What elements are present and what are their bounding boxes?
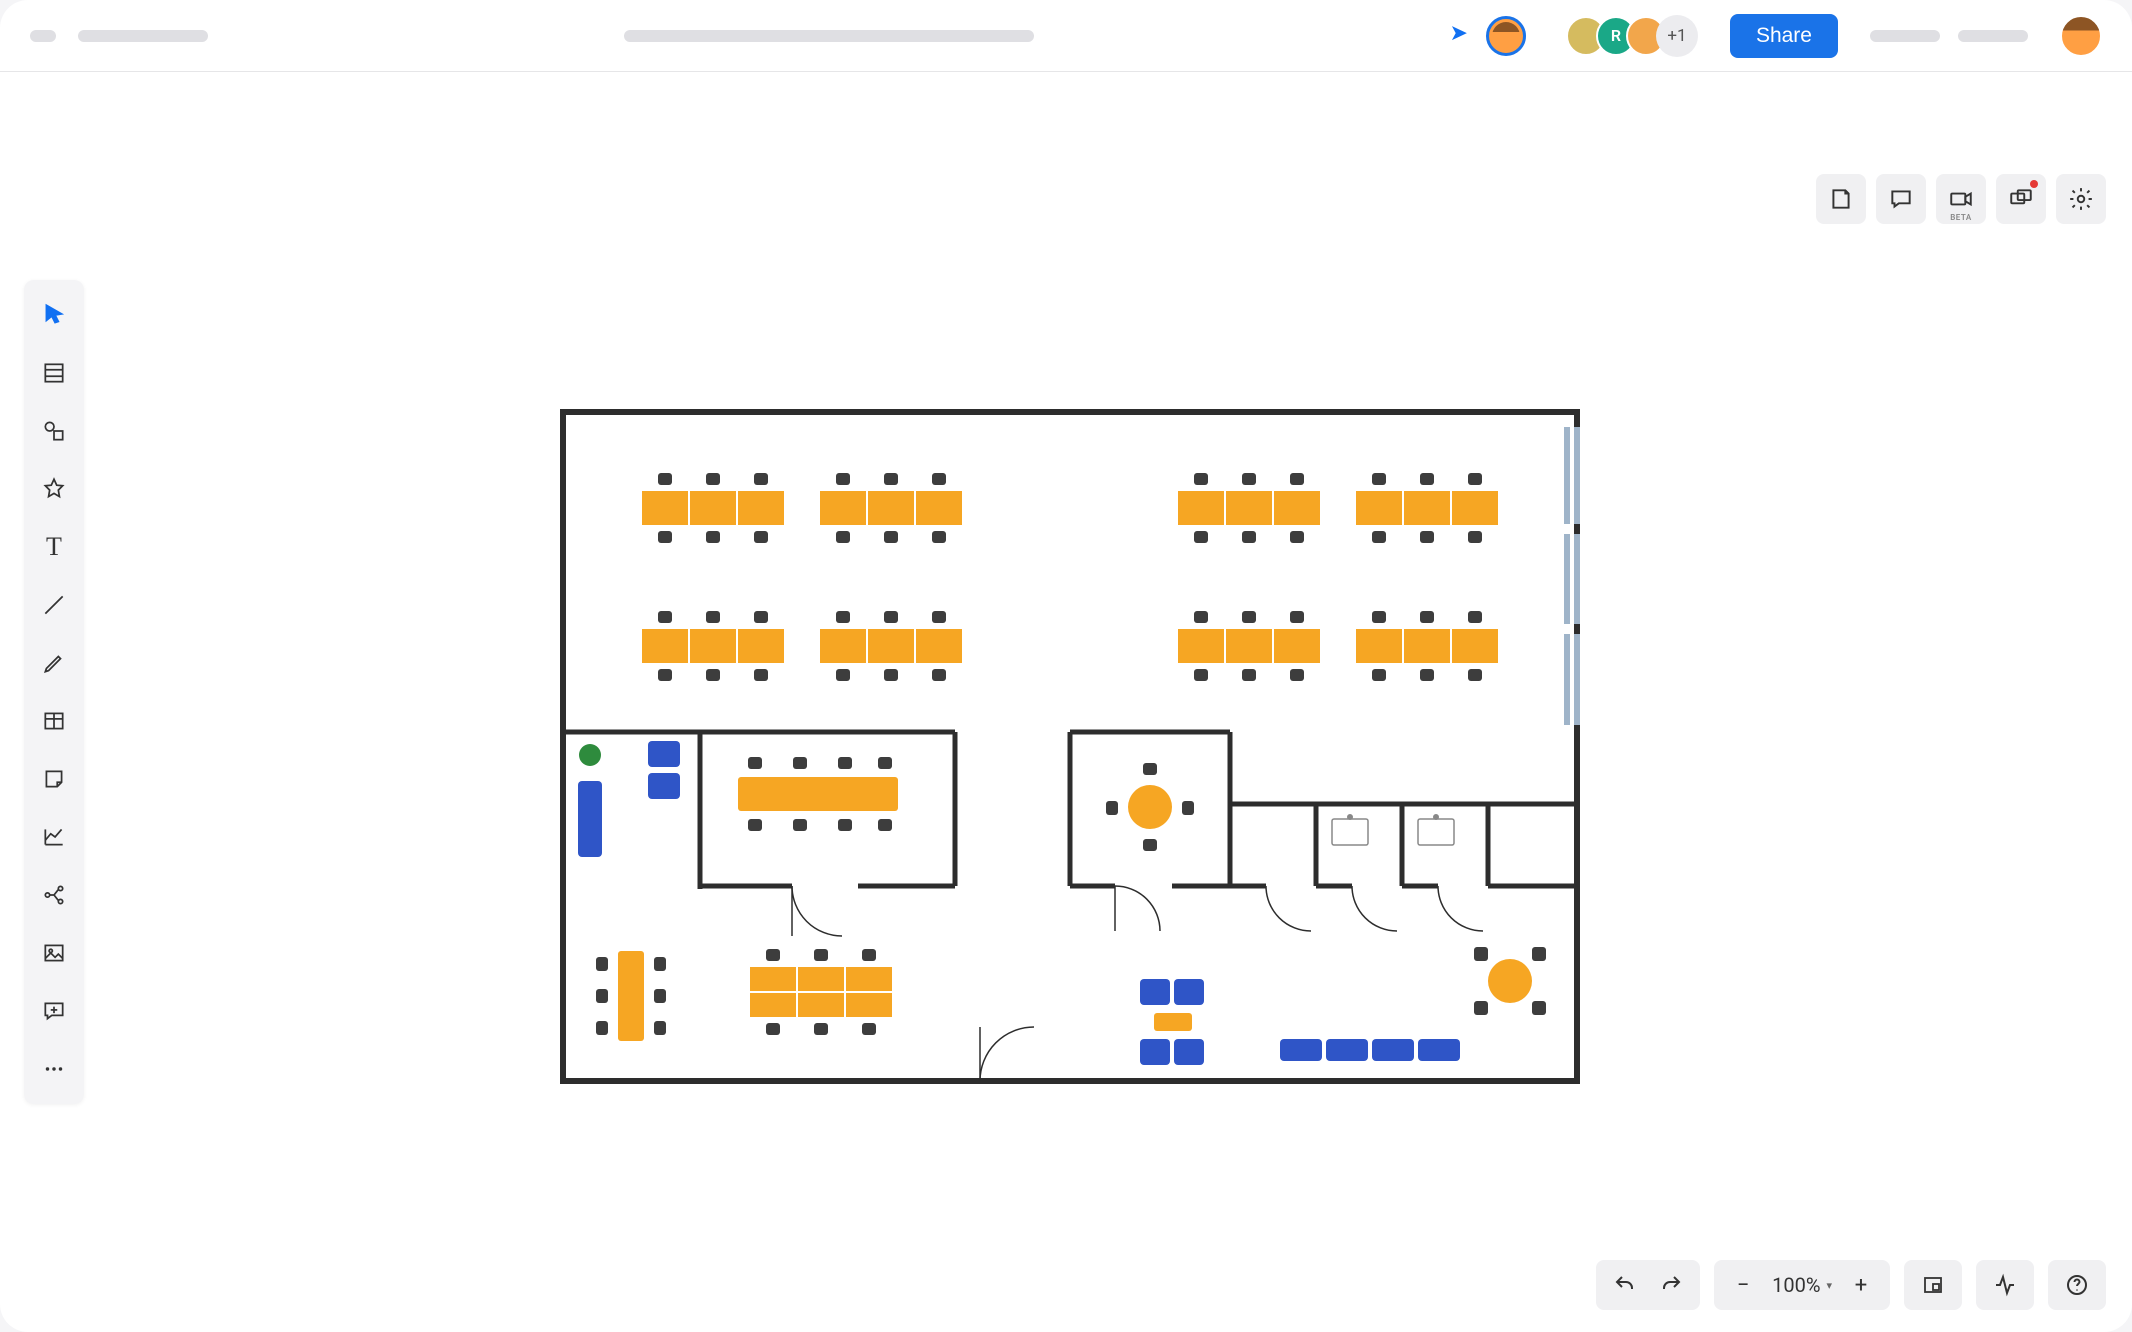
more-tools[interactable]	[31, 1046, 77, 1092]
settings-button[interactable]	[2056, 174, 2106, 224]
line-icon	[41, 592, 67, 618]
redo-button[interactable]	[1648, 1262, 1694, 1308]
notes-button[interactable]	[1816, 174, 1866, 224]
activity-button[interactable]	[1982, 1262, 2028, 1308]
more-collaborators-button[interactable]: +1	[1656, 15, 1698, 57]
topbar-tool-a-placeholder[interactable]	[1870, 30, 1940, 42]
share-button[interactable]: Share	[1730, 14, 1838, 58]
mindmap-icon	[41, 882, 67, 908]
star-icon	[41, 476, 67, 502]
zoom-level-dropdown[interactable]: 100% ▾	[1766, 1273, 1838, 1297]
minimap-button-group	[1904, 1260, 1962, 1310]
shapes-icon	[41, 418, 67, 444]
image-tool[interactable]	[31, 930, 77, 976]
mindmap-tool[interactable]	[31, 872, 77, 918]
star-tool[interactable]	[31, 466, 77, 512]
undo-button[interactable]	[1602, 1262, 1648, 1308]
doc-title-placeholder[interactable]	[78, 30, 208, 42]
frame-tool[interactable]	[31, 350, 77, 396]
undo-icon	[1613, 1273, 1637, 1297]
chevron-down-icon: ▾	[1826, 1279, 1832, 1292]
zoom-in-button[interactable]: +	[1838, 1262, 1884, 1308]
frame-icon	[41, 360, 67, 386]
activity-icon	[1993, 1273, 2017, 1297]
beta-badge: BETA	[1950, 213, 1972, 222]
sticky-tool[interactable]	[31, 756, 77, 802]
zoom-out-button[interactable]: −	[1720, 1262, 1766, 1308]
line-tool[interactable]	[31, 582, 77, 628]
collab-presentation-button[interactable]	[1996, 174, 2046, 224]
topbar-right: ➤ R +1 Share	[1450, 14, 2102, 58]
canvas-action-bar: BETA	[1816, 174, 2106, 224]
breakout-desks-bottom	[750, 949, 892, 1035]
round-table-bottom-right	[1474, 947, 1546, 1015]
sticky-icon	[41, 766, 67, 792]
comments-button[interactable]	[1876, 174, 1926, 224]
breakout-high-table	[596, 951, 666, 1041]
help-icon	[2065, 1273, 2089, 1297]
note-icon	[1828, 186, 1854, 212]
text-tool[interactable]: T	[31, 524, 77, 570]
owner-avatar[interactable]	[1486, 16, 1526, 56]
collaborator-avatars: R +1	[1566, 15, 1698, 57]
select-tool[interactable]	[31, 292, 77, 338]
screens-icon	[2008, 186, 2034, 212]
chart-icon	[41, 824, 67, 850]
zoom-level-label: 100%	[1772, 1273, 1820, 1297]
video-icon	[1948, 186, 1974, 212]
more-icon	[41, 1056, 67, 1082]
minimap-icon	[1921, 1273, 1945, 1297]
toolbar-placeholder	[624, 30, 1034, 42]
help-button-group	[2048, 1260, 2106, 1310]
topbar-center	[624, 30, 1034, 42]
sink-a	[1332, 814, 1368, 845]
image-icon	[41, 940, 67, 966]
lounge-bottom-center	[1140, 979, 1204, 1065]
chart-tool[interactable]	[31, 814, 77, 860]
lounge-left	[578, 741, 680, 857]
bottom-bar: − 100% ▾ +	[1596, 1260, 2106, 1310]
comment-plus-icon	[41, 998, 67, 1024]
redo-icon	[1659, 1273, 1683, 1297]
pencil-icon	[41, 650, 67, 676]
collab-cursor-icon: ➤	[1450, 21, 1468, 46]
help-button[interactable]	[2054, 1262, 2100, 1308]
left-toolbar: T	[24, 280, 84, 1104]
gear-icon	[2068, 186, 2094, 212]
meeting-room-medium	[738, 757, 898, 831]
floor-plan-diagram[interactable]	[560, 409, 1580, 1084]
activity-button-group	[1976, 1260, 2034, 1310]
lounge-bottom-right	[1280, 1039, 1460, 1061]
table-tool[interactable]	[31, 698, 77, 744]
zoom-group: − 100% ▾ +	[1714, 1260, 1890, 1310]
round-room-small	[1106, 763, 1194, 851]
video-button[interactable]: BETA	[1936, 174, 1986, 224]
comment-icon	[1888, 186, 1914, 212]
canvas[interactable]: BETA	[0, 72, 2132, 1332]
profile-avatar[interactable]	[2060, 15, 2102, 57]
table-icon	[41, 708, 67, 734]
topbar-left	[30, 30, 208, 42]
windows-right	[1567, 427, 1577, 725]
notification-dot-icon	[2030, 180, 2038, 188]
topbar-tool-b-placeholder[interactable]	[1958, 30, 2028, 42]
undo-redo-group	[1596, 1260, 1700, 1310]
minimap-button[interactable]	[1910, 1262, 1956, 1308]
menu-placeholder-icon[interactable]	[30, 30, 56, 42]
cursor-icon	[41, 302, 67, 328]
shapes-tool[interactable]	[31, 408, 77, 454]
comment-add-tool[interactable]	[31, 988, 77, 1034]
sink-b	[1418, 814, 1454, 845]
pencil-tool[interactable]	[31, 640, 77, 686]
open-office-top	[642, 473, 1498, 681]
topbar: ➤ R +1 Share	[0, 0, 2132, 72]
